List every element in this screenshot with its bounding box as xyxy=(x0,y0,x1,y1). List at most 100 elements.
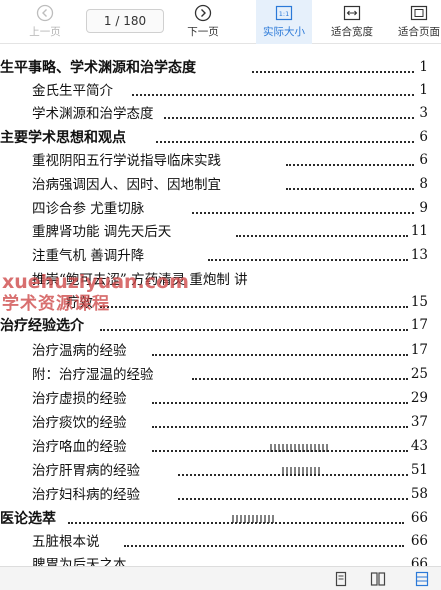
toc-item-title: 治疗咯血的经验 xyxy=(32,439,130,455)
leader-dots xyxy=(286,163,414,166)
toc-item-title: 重脾肾功能 调先天后天 xyxy=(32,224,175,240)
toc-page-number: 25 xyxy=(410,366,428,382)
fit-width-icon xyxy=(343,5,361,21)
toc-page-number: 1 xyxy=(419,82,428,98)
actual-size-button[interactable]: 1:1 实际大小 xyxy=(256,0,312,44)
leader-dots xyxy=(192,211,414,214)
leader-dots xyxy=(132,93,414,96)
toc-item: 治疗肝胃病的经验 51 xyxy=(32,459,428,481)
chevron-right-circle-icon xyxy=(194,4,212,22)
leader-dots xyxy=(192,377,408,380)
actual-size-icon: 1:1 xyxy=(275,5,293,21)
toc-page-number: 37 xyxy=(410,414,428,430)
view-mode-bar xyxy=(0,566,441,590)
toc-page-number: 6 xyxy=(419,129,428,145)
leader-dots xyxy=(286,187,414,190)
toc-section: 医论选萃 66 xyxy=(0,507,428,529)
fit-page-label: 适合页面 xyxy=(398,26,440,38)
fit-width-label: 适合宽度 xyxy=(331,26,373,38)
toc-section-title: 治疗经验选介 xyxy=(0,318,87,334)
leader-dots xyxy=(178,497,408,500)
document-viewport[interactable]: 生平事略、学术渊源和治学态度 1 金氏生平简介 1 学术渊源和治学态度 3 主要… xyxy=(0,45,441,566)
toc-item-title: 推崇“鲍可去涩” 方药清灵 重炮制 讲 xyxy=(32,272,251,288)
toc-item: 疗效 15 xyxy=(66,291,428,313)
toc-item-title: 脾胃为后天之本 xyxy=(32,557,130,566)
toc-page-number: 58 xyxy=(410,486,428,502)
page-number-input[interactable]: 1 / 180 xyxy=(86,9,164,33)
toc-item-title: 治疗痰饮的经验 xyxy=(32,415,130,431)
leader-dots xyxy=(208,258,408,261)
toc-item: 重脾肾功能 调先天后天 11 xyxy=(32,220,428,242)
toc-section-title: 主要学术思想和观点 xyxy=(0,130,129,146)
toc-page-number: 1 xyxy=(419,59,428,75)
toc-item-title: 治疗妇科病的经验 xyxy=(32,487,143,503)
toc-item: 治病强调因人、因时、因地制宜 8 xyxy=(32,173,428,195)
toc-page-number: 66 xyxy=(410,533,428,549)
toc-item-title: 附：治疗湿温的经验 xyxy=(32,367,157,383)
toc-item-title: 注重气机 善调升降 xyxy=(32,248,148,264)
toc-item: 推崇“鲍可去涩” 方药清灵 重炮制 讲 xyxy=(32,268,428,290)
single-page-view-icon[interactable] xyxy=(333,571,349,587)
scroll-view-icon[interactable] xyxy=(414,571,430,587)
toc-page-number: 17 xyxy=(410,342,428,358)
toc-section-title: 医论选萃 xyxy=(0,511,59,527)
toc-item: 重视阴阳五行学说指导临床实践 6 xyxy=(32,149,428,171)
toc-item: 金氏生平简介 1 xyxy=(32,79,428,101)
leader-dots xyxy=(252,70,414,73)
leader-dots xyxy=(152,353,408,356)
toc-section-title: 生平事略、学术渊源和治学态度 xyxy=(0,60,199,76)
toc-item-title: 金氏生平简介 xyxy=(32,83,116,99)
toc-item-title: 五脏根本说 xyxy=(32,534,103,550)
next-page-button[interactable]: 下一页 xyxy=(172,0,234,44)
toc-item-title: 四诊合参 尤重切脉 xyxy=(32,201,148,217)
two-page-view-icon[interactable] xyxy=(370,571,386,587)
prev-page-button[interactable]: 上一页 xyxy=(14,0,76,44)
toc-page-number: 8 xyxy=(419,176,428,192)
toc-item-title: 治病强调因人、因时、因地制宜 xyxy=(32,177,224,193)
toc-item: 脾胃为后天之本 66 xyxy=(32,553,428,566)
actual-size-icon-text: 1:1 xyxy=(279,10,289,18)
toc-item: 治疗痰饮的经验 37 xyxy=(32,411,428,433)
leader-dots xyxy=(152,401,408,404)
leader-dots xyxy=(124,544,404,547)
toc-item-title: 治疗肝胃病的经验 xyxy=(32,463,143,479)
toc-item: 治疗妇科病的经验 58 xyxy=(32,483,428,505)
reader-toolbar: 上一页 1 / 180 下一页 1:1 实际大小 适合宽度 适合页面 xyxy=(0,0,441,44)
next-page-label: 下一页 xyxy=(187,26,219,38)
toc-item: 学术渊源和治学态度 3 xyxy=(32,102,428,124)
fit-page-icon xyxy=(410,5,428,21)
leader-dots xyxy=(164,116,414,119)
toc-page-number: 9 xyxy=(419,200,428,216)
toc-item: 注重气机 善调升降 13 xyxy=(32,244,428,266)
toc-page-number: 15 xyxy=(410,294,428,310)
toc-page-number: 11 xyxy=(410,223,428,239)
toc-section: 主要学术思想和观点 6 xyxy=(0,126,428,148)
toc-page-number: 66 xyxy=(410,510,428,526)
scan-noise-mark xyxy=(282,467,322,475)
toc-item-title: 学术渊源和治学态度 xyxy=(32,106,157,122)
toc-page-number: 17 xyxy=(410,317,428,333)
scan-noise-mark xyxy=(270,444,330,452)
toc-item: 治疗虚损的经验 29 xyxy=(32,387,428,409)
scan-noise-mark xyxy=(232,515,276,523)
toc-item: 治疗温病的经验 17 xyxy=(32,339,428,361)
leader-dots xyxy=(236,234,408,237)
actual-size-label: 实际大小 xyxy=(263,26,305,38)
toc-page-number: 13 xyxy=(410,247,428,263)
toc-page-number: 66 xyxy=(410,556,428,566)
toc-page-number: 51 xyxy=(410,462,428,478)
toc-page-number: 29 xyxy=(410,390,428,406)
chevron-left-circle-icon xyxy=(36,4,54,22)
prev-page-label: 上一页 xyxy=(29,26,61,38)
fit-width-button[interactable]: 适合宽度 xyxy=(322,0,382,44)
toc-page-number: 3 xyxy=(419,105,428,121)
toc-item: 治疗咯血的经验 43 xyxy=(32,435,428,457)
leader-dots xyxy=(100,328,408,331)
toc-item: 附：治疗湿温的经验 25 xyxy=(32,363,428,385)
toc-item: 四诊合参 尤重切脉 9 xyxy=(32,197,428,219)
leader-dots xyxy=(100,305,408,308)
toc-page-number: 43 xyxy=(410,438,428,454)
toc-section: 生平事略、学术渊源和治学态度 1 xyxy=(0,56,428,78)
fit-page-button[interactable]: 适合页面 xyxy=(388,0,441,44)
toc-item: 五脏根本说 66 xyxy=(32,530,428,552)
